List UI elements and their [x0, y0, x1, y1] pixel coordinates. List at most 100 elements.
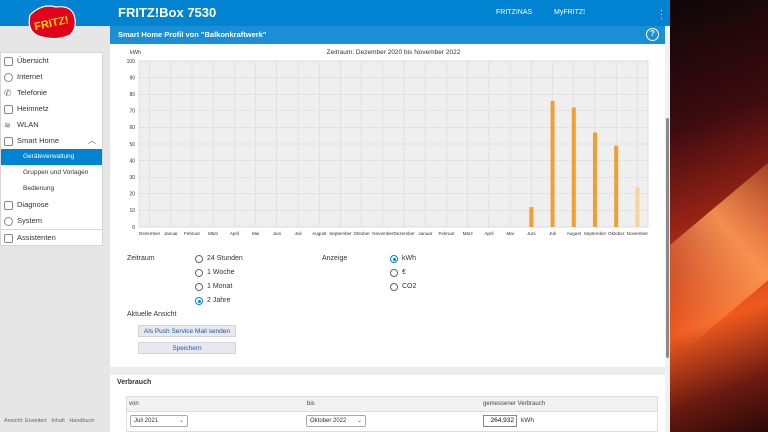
verbrauch-heading: Verbrauch — [117, 379, 152, 386]
myfritz-link[interactable]: MyFRITZ! — [554, 9, 585, 16]
x-tick-label: September — [329, 231, 352, 236]
sidebar-item-label: Gruppen und Vorlagen — [23, 169, 89, 176]
push-service-mail-button[interactable]: Als Push Service Mail senden — [138, 325, 236, 337]
sidebar-item-smart-home[interactable]: Smart Home ︿ — [1, 133, 102, 149]
fritznas-link[interactable]: FRITZ!NAS — [496, 9, 532, 16]
x-tick-label: Dezember — [139, 231, 161, 236]
chevron-down-icon: ⌄ — [178, 418, 184, 424]
radio-2-jahre[interactable]: 2 Jahre — [195, 296, 230, 306]
chevron-up-icon: ︿ — [88, 136, 96, 145]
radio-1-woche[interactable]: 1 Woche — [195, 268, 235, 278]
sidebar-item-label: Smart Home — [17, 136, 60, 145]
bis-select[interactable]: Oktober 2022 ⌄ — [306, 415, 366, 427]
col-von: von — [129, 401, 139, 407]
sidebar-item-diagnose[interactable]: Diagnose — [1, 197, 102, 213]
x-tick-label: April — [230, 231, 239, 236]
x-tick-label: Mai — [252, 231, 259, 236]
radio-1-monat[interactable]: 1 Monat — [195, 282, 232, 292]
x-tick-label: Juni — [273, 231, 281, 236]
sidebar-item-label: Diagnose — [17, 200, 49, 209]
y-tick-label: 50 — [129, 142, 135, 148]
sidebar-item-gruppen-und-vorlagen[interactable]: Gruppen und Vorlagen — [1, 165, 102, 181]
current-view-label: Aktuelle Ansicht — [127, 311, 177, 318]
section-separator — [110, 367, 665, 375]
network-icon — [4, 105, 13, 114]
radio-kwh[interactable]: kWh — [390, 254, 416, 264]
y-tick-label: 20 — [129, 192, 135, 198]
sidebar-item-internet[interactable]: Internet — [1, 69, 102, 85]
more-menu-icon[interactable]: · · · — [660, 6, 663, 23]
scrollbar-thumb[interactable] — [666, 118, 669, 358]
top-header: FRITZ!Box 7530 FRITZ!NAS MyFRITZ! · · · — [0, 0, 670, 26]
wifi-icon: ≋ — [4, 121, 11, 130]
verbrauch-table: von bis gemessener Verbrauch Juli 2021 ⌄… — [126, 396, 658, 432]
verbrauch-table-header: von bis gemessener Verbrauch — [127, 397, 657, 412]
radio-co2[interactable]: CO2 — [390, 282, 416, 292]
sidebar-item-wlan[interactable]: ≋ WLAN — [1, 117, 102, 133]
help-icon[interactable]: ? — [646, 28, 659, 41]
footer-links: Ansicht: Erweitert Inhalt Handbuch — [4, 418, 97, 424]
sidebar-item-uebersicht[interactable]: Übersicht — [1, 53, 102, 69]
manual-link[interactable]: Handbuch — [69, 418, 94, 424]
zeitraum-label: Zeitraum — [127, 255, 155, 262]
chart-bar — [592, 132, 597, 227]
col-measured: gemessener Verbrauch — [483, 401, 546, 407]
smarthome-icon — [4, 137, 13, 146]
sidebar-item-assistenten[interactable]: Assistenten — [1, 229, 102, 245]
home-icon — [4, 57, 13, 66]
sidebar-item-system[interactable]: System — [1, 213, 102, 229]
measured-value-field[interactable]: 264,932 — [483, 415, 517, 427]
radio-euro[interactable]: € — [390, 268, 406, 278]
anzeige-label: Anzeige — [322, 255, 348, 262]
sidebar-item-telefonie[interactable]: ✆ Telefonie — [1, 85, 102, 101]
fritz-logo[interactable]: FRITZ! — [22, 1, 80, 41]
x-tick-label: September — [584, 231, 607, 236]
save-button[interactable]: Speichern — [138, 342, 236, 354]
x-tick-label: Dezember — [394, 231, 416, 236]
page-title-bar: Smart Home Profil von "Balkonkraftwerk" … — [110, 26, 665, 44]
sidebar-item-label: Internet — [17, 72, 43, 81]
measured-unit: kWh — [521, 417, 534, 424]
desktop-wallpaper — [670, 0, 768, 432]
x-tick-label: Oktober — [608, 231, 625, 236]
x-tick-label: März — [463, 231, 474, 236]
chart-bar — [571, 107, 576, 227]
sidebar-item-label: WLAN — [17, 120, 39, 129]
sidebar-item-bedienung[interactable]: Bedienung — [1, 181, 102, 197]
x-tick-label: Oktober — [354, 231, 371, 236]
chevron-down-icon: ⌄ — [356, 418, 362, 424]
main-content: 0 10 20 30 40 50 60 70 80 90 100 Dezember Januar Febr… — [110, 44, 665, 432]
chart-bar — [614, 145, 619, 227]
x-tick-label: Januar — [164, 231, 179, 236]
sidebar-item-label: Telefonie — [17, 88, 48, 97]
radio-24-stunden[interactable]: 24 Stunden — [195, 254, 243, 264]
y-tick-label: 70 — [129, 109, 135, 115]
x-tick-label: November — [627, 231, 649, 236]
y-tick-label: 0 — [132, 225, 135, 231]
x-tick-label: November — [372, 231, 394, 236]
x-tick-label: April — [484, 231, 493, 236]
energy-bar-chart: 0102030405060708090100Dezember Januar Febr… — [127, 49, 649, 236]
chart-title: Zeitraum: Dezember 2020 bis November 202… — [327, 49, 461, 56]
y-tick-label: 90 — [129, 75, 135, 81]
y-tick-label: 30 — [129, 175, 135, 181]
sidebar-item-geraeteverwaltung[interactable]: Geräteverwaltung — [1, 149, 102, 165]
sidebar-item-label: Assistenten — [17, 233, 56, 242]
product-title: FRITZ!Box 7530 — [118, 5, 217, 20]
page-title: Smart Home Profil von "Balkonkraftwerk" — [118, 30, 267, 39]
view-mode-link[interactable]: Ansicht: Erweitert — [4, 418, 47, 424]
sidebar-item-label: Heimnetz — [17, 104, 49, 113]
sidebar-item-heimnetz[interactable]: Heimnetz — [1, 101, 102, 117]
content-link[interactable]: Inhalt — [51, 418, 64, 424]
x-tick-label: Januar — [418, 231, 433, 236]
y-tick-label: 40 — [129, 158, 135, 164]
x-tick-label: August — [567, 231, 582, 236]
x-tick-label: Juli — [295, 231, 302, 236]
von-select[interactable]: Juli 2021 ⌄ — [130, 415, 188, 427]
y-axis-label: kWh — [130, 50, 141, 56]
globe-icon — [4, 73, 13, 82]
y-tick-label: 80 — [129, 92, 135, 98]
system-icon — [4, 217, 13, 226]
main-menu: Übersicht Internet ✆ Telefonie Heimnetz … — [0, 52, 103, 246]
diagnose-icon — [4, 201, 13, 210]
